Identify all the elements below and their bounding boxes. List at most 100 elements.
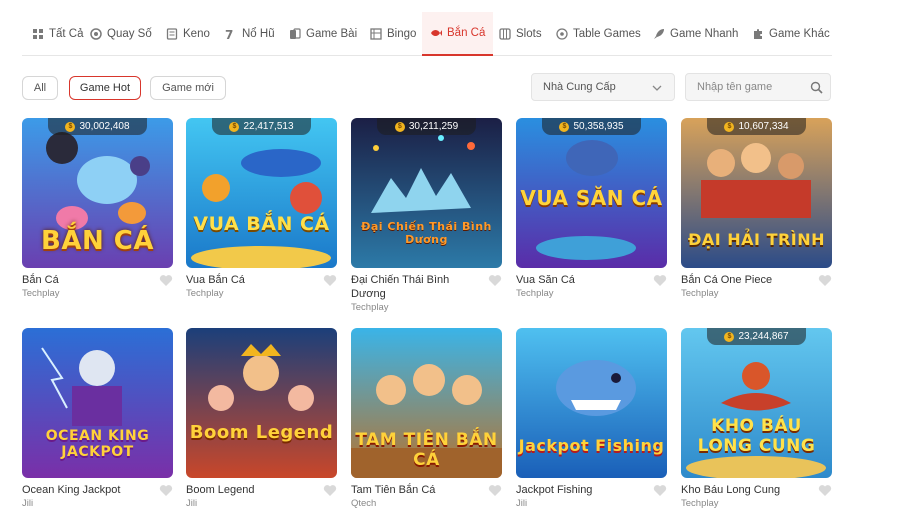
tab-tat-ca[interactable]: Tất Cả	[32, 12, 84, 56]
jackpot-amount: 30,211,259	[408, 121, 459, 132]
tab-table-games[interactable]: Table Games	[556, 12, 641, 56]
game-provider: Techplay	[351, 302, 389, 313]
heart-icon[interactable]	[488, 274, 502, 287]
game-card-dai-chien-thai-binh-duong[interactable]: $30,211,259 Đại Chiến Thái Bình Dương Đạ…	[351, 118, 502, 313]
search-icon[interactable]	[810, 81, 823, 94]
filter-game-hot-button[interactable]: Game Hot	[69, 76, 141, 100]
game-card-boom-legend[interactable]: Boom Legend Boom Legend Jili	[186, 328, 337, 509]
lottery-ball-icon	[90, 28, 102, 40]
game-thumbnail[interactable]: $22,417,513 VUA BẮN CÁ	[186, 118, 337, 268]
filter-game-hot-label: Game Hot	[79, 82, 131, 94]
game-card-tam-tien-ban-ca[interactable]: TAM TIÊN BẮN CÁ Tam Tiên Bắn Cá Qtech	[351, 328, 502, 509]
game-artwork	[516, 328, 667, 478]
game-logo: ĐẠI HẢI TRÌNH	[687, 230, 826, 249]
tab-label: Game Bài	[306, 28, 358, 40]
jackpot-badge: $30,002,408	[48, 118, 147, 135]
heart-icon[interactable]	[159, 274, 173, 287]
game-card-ban-ca[interactable]: $30,002,408 BẮN CÁ Bắn Cá Techplay	[22, 118, 173, 299]
game-title[interactable]: Tam Tiên Bắn Cá	[351, 483, 479, 497]
game-card-vua-san-ca[interactable]: $50,358,935 VUA SĂN CÁ Vua Săn Cá Techpl…	[516, 118, 667, 299]
game-card-ocean-king-jackpot[interactable]: OCEAN KING JACKPOT Ocean King Jackpot Ji…	[22, 328, 173, 509]
tab-no-hu[interactable]: 7 Nổ Hũ	[225, 12, 275, 56]
game-title[interactable]: Ocean King Jackpot	[22, 483, 150, 497]
filter-game-moi-label: Game mới	[162, 82, 214, 94]
game-thumbnail[interactable]: $30,211,259 Đại Chiến Thái Bình Dương	[351, 118, 502, 268]
coin-icon: $	[65, 121, 76, 132]
jackpot-amount: 23,244,867	[738, 331, 789, 342]
tab-game-khac[interactable]: Game Khác	[752, 12, 830, 56]
jackpot-badge: $23,244,867	[707, 328, 806, 345]
tab-quay-so[interactable]: Quay Số	[90, 12, 152, 56]
game-title[interactable]: Vua Bắn Cá	[186, 273, 314, 287]
game-logo: Đại Chiến Thái Bình Dương	[361, 220, 492, 246]
fish-icon	[431, 30, 442, 36]
heart-icon[interactable]	[488, 484, 502, 497]
jackpot-badge: $22,417,513	[212, 118, 311, 135]
provider-select-value: Nhà Cung Cấp	[543, 81, 616, 93]
heart-icon[interactable]	[159, 484, 173, 497]
coin-icon: $	[229, 121, 240, 132]
coin-icon: $	[724, 331, 735, 342]
game-search	[685, 73, 831, 101]
tab-slots[interactable]: Slots	[499, 12, 542, 56]
tab-game-bai[interactable]: Game Bài	[289, 12, 357, 56]
jackpot-amount: 50,358,935	[573, 121, 624, 132]
heart-icon[interactable]	[323, 274, 337, 287]
jackpot-badge: $30,211,259	[377, 118, 476, 135]
game-thumbnail[interactable]: $23,244,867 KHO BÁU LONG CUNG	[681, 328, 832, 478]
tab-ban-ca[interactable]: Bắn Cá	[422, 12, 494, 56]
grid-icon	[33, 29, 43, 39]
game-thumbnail[interactable]: TAM TIÊN BẮN CÁ	[351, 328, 502, 478]
game-thumbnail[interactable]: $10,607,334 ĐẠI HẢI TRÌNH	[681, 118, 832, 268]
heart-icon[interactable]	[818, 274, 832, 287]
game-logo: VUA SĂN CÁ	[520, 186, 663, 210]
chevron-down-icon	[652, 85, 662, 91]
jackpot-amount: 30,002,408	[79, 121, 130, 132]
tab-keno[interactable]: Keno	[166, 12, 210, 56]
game-logo: BẮN CÁ	[41, 226, 154, 256]
game-provider: Techplay	[681, 498, 719, 509]
heart-icon[interactable]	[818, 484, 832, 497]
tab-game-nhanh[interactable]: Game Nhanh	[653, 12, 738, 56]
filter-all-button[interactable]: All	[22, 76, 58, 100]
game-artwork	[186, 118, 337, 268]
table-games-icon	[556, 28, 568, 40]
game-thumbnail[interactable]: Boom Legend	[186, 328, 337, 478]
game-thumbnail[interactable]: OCEAN KING JACKPOT	[22, 328, 173, 478]
heart-icon[interactable]	[653, 484, 667, 497]
game-title[interactable]: Boom Legend	[186, 483, 314, 497]
tab-label: Bingo	[387, 28, 417, 40]
tab-label: Game Nhanh	[670, 28, 739, 40]
provider-select[interactable]: Nhà Cung Cấp	[531, 73, 675, 101]
tab-label: Table Games	[573, 28, 641, 40]
game-title[interactable]: Kho Báu Long Cung	[681, 483, 809, 497]
game-title[interactable]: Vua Săn Cá	[516, 273, 644, 287]
game-provider: Techplay	[22, 288, 60, 299]
tab-label: Tất Cả	[49, 28, 84, 40]
game-title[interactable]: Bắn Cá One Piece	[681, 273, 809, 287]
game-card-jackpot-fishing[interactable]: Jackpot Fishing Jackpot Fishing Jili	[516, 328, 667, 509]
filter-game-moi-button[interactable]: Game mới	[150, 76, 226, 100]
game-logo: VUA BẮN CÁ	[193, 213, 330, 235]
game-card-ban-ca-one-piece[interactable]: $10,607,334 ĐẠI HẢI TRÌNH Bắn Cá One Pie…	[681, 118, 832, 299]
game-provider: Qtech	[351, 498, 377, 509]
coin-icon: $	[724, 121, 735, 132]
game-card-vua-ban-ca[interactable]: $22,417,513 VUA BẮN CÁ Vua Bắn Cá Techpl…	[186, 118, 337, 299]
search-input[interactable]	[686, 74, 806, 100]
game-thumbnail[interactable]: Jackpot Fishing	[516, 328, 667, 478]
game-title[interactable]: Đại Chiến Thái Bình Dương	[351, 273, 479, 301]
jackpot-amount: 10,607,334	[738, 121, 789, 132]
game-thumbnail[interactable]: $50,358,935 VUA SĂN CÁ	[516, 118, 667, 268]
tab-bingo[interactable]: Bingo	[370, 12, 416, 56]
game-title[interactable]: Bắn Cá	[22, 273, 150, 287]
game-provider: Techplay	[186, 288, 224, 299]
heart-icon[interactable]	[323, 484, 337, 497]
game-title[interactable]: Jackpot Fishing	[516, 483, 644, 497]
heart-icon[interactable]	[653, 274, 667, 287]
game-card-kho-bau-long-cung[interactable]: $23,244,867 KHO BÁU LONG CUNG Kho Báu Lo…	[681, 328, 832, 509]
tab-label: Slots	[516, 28, 542, 40]
game-logo: KHO BÁU LONG CUNG	[697, 416, 816, 456]
tab-label: Game Khác	[769, 28, 830, 40]
game-thumbnail[interactable]: $30,002,408 BẮN CÁ	[22, 118, 173, 268]
svg-text:7: 7	[225, 28, 233, 40]
